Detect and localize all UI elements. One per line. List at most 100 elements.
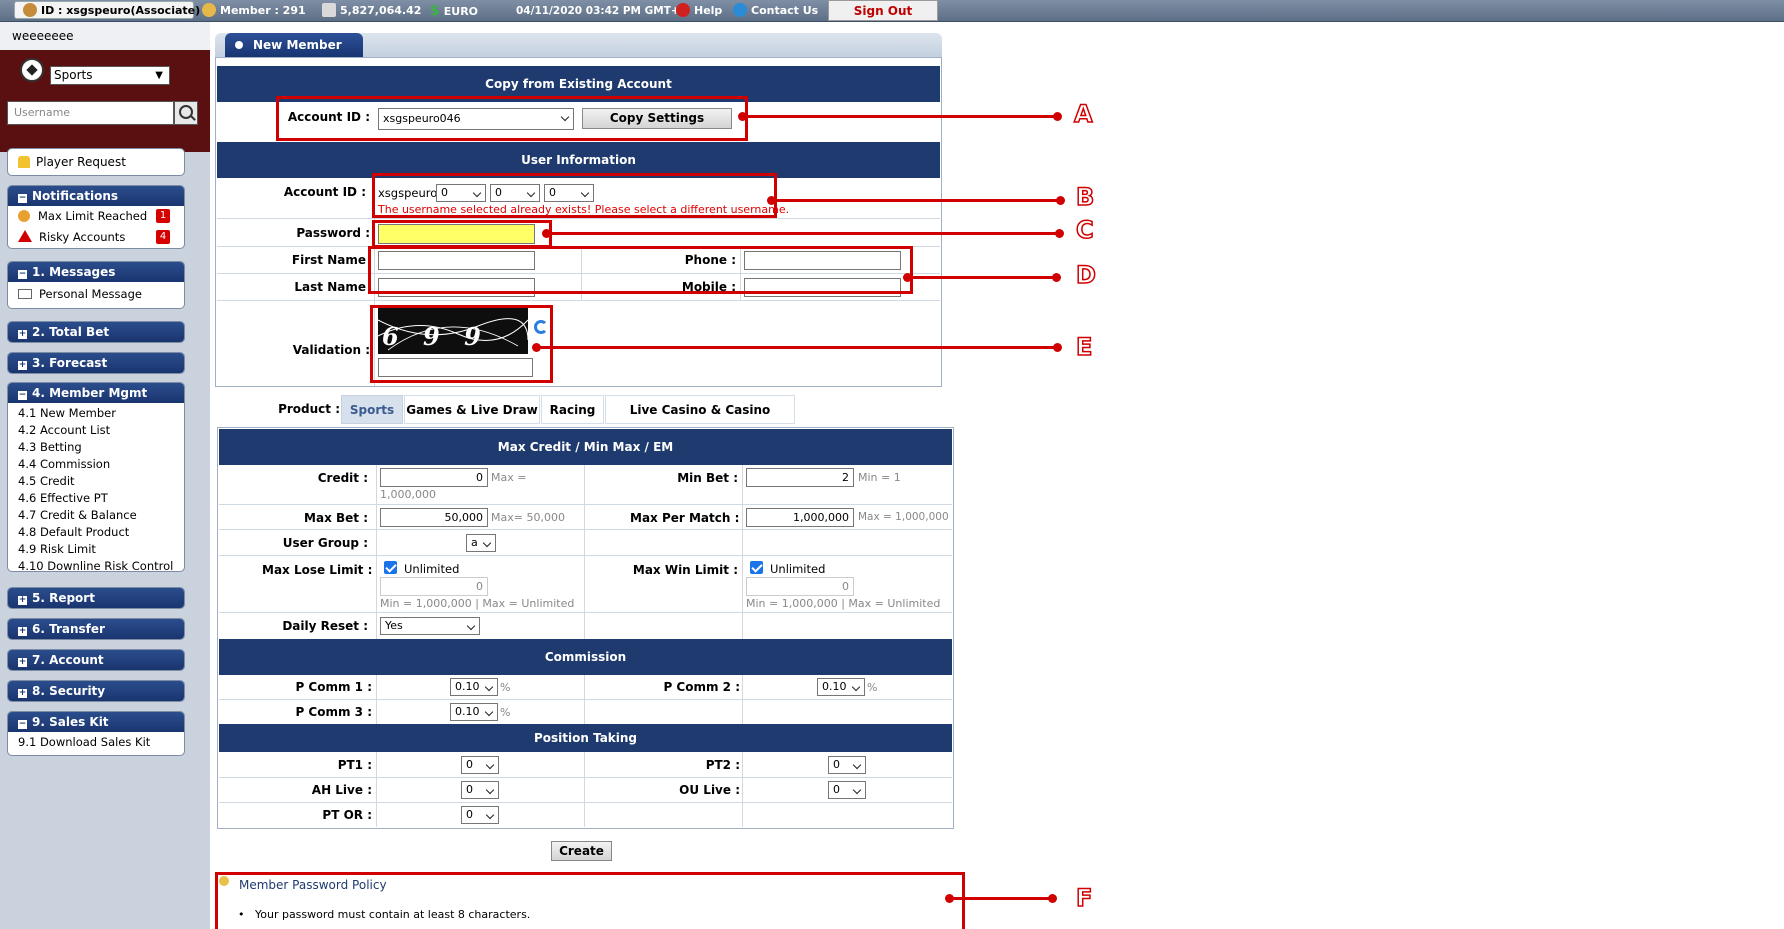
help-link[interactable]: Help [676,1,722,21]
p-comm-1-label: P Comm 1 : [295,680,372,694]
menu-download-sales-kit[interactable]: 9.1 Download Sales Kit [8,734,184,751]
annotation-dot [1056,196,1065,205]
tab-racing[interactable]: Racing [541,395,604,424]
annotation-box-f [215,872,965,929]
menu-commission[interactable]: 4.4 Commission [8,456,184,473]
menu-risk-limit[interactable]: 4.9 Risk Limit [8,541,184,558]
max-win-unlimited-checkbox[interactable] [750,561,763,574]
members-icon [202,3,216,17]
annotation-box-a [276,96,748,141]
annotation-dot [1052,273,1061,282]
annotation-box-b [372,173,777,218]
transfer-menu[interactable]: +6. Transfer [7,618,185,640]
contact-us-link[interactable]: Contact Us [733,1,818,21]
col-divider [742,752,743,827]
commission-section-header: Commission [219,639,952,675]
username-search-input[interactable]: Username [7,101,174,125]
row-divider [219,612,952,613]
credit-input[interactable]: 0 [380,468,488,487]
validation-label: Validation : [292,343,370,357]
total-bet-menu[interactable]: +2. Total Bet [7,321,185,343]
credit-max: 1,000,000 [380,488,436,501]
daily-reset-label: Daily Reset : [282,619,368,633]
menu-credit-balance[interactable]: 4.7 Credit & Balance [8,507,184,524]
expand-icon: + [18,688,27,698]
sport-select[interactable]: Sports ▼ [50,66,170,85]
create-button[interactable]: Create [551,841,612,861]
menu-credit[interactable]: 4.5 Credit [8,473,184,490]
daily-reset-select[interactable]: Yes [380,617,480,635]
min-bet-hint: Min = 1 [858,471,901,484]
pt-or-select[interactable]: 0 [461,806,499,824]
search-button[interactable] [174,101,198,125]
row-divider [219,529,952,530]
row-divider [217,218,940,219]
ah-live-select[interactable]: 0 [461,781,499,799]
ou-live-select[interactable]: 0 [828,781,866,799]
pt-or-label: PT OR : [322,808,372,822]
annotation-box-e [370,305,553,383]
alert-user-icon [18,210,30,222]
member-mgmt-header[interactable]: −4. Member Mgmt [8,383,184,403]
warning-icon [18,230,32,242]
user-group-label: User Group : [282,536,368,550]
annotation-label-d: D [1075,260,1096,290]
user-group-select[interactable]: a [466,534,496,552]
max-lose-hint: Min = 1,000,000 | Max = Unlimited [380,597,575,610]
credit-label: Credit : [317,471,368,485]
datetime: 04/11/2020 03:42 PM GMT+8 [516,5,687,17]
player-request-item[interactable]: Player Request [7,148,185,176]
collapse-icon: − [18,719,27,729]
max-win-input[interactable]: 0 [746,577,854,596]
p-comm-3-label: P Comm 3 : [295,705,372,719]
row-divider [219,555,952,556]
max-per-match-input[interactable]: 1,000,000 [746,508,854,527]
security-menu[interactable]: +8. Security [7,680,185,702]
pt1-select[interactable]: 0 [461,756,499,774]
menu-new-member[interactable]: 4.1 New Member [8,405,184,422]
sidebar-username: weeeeeee [0,22,210,50]
max-lose-input[interactable]: 0 [380,577,488,596]
account-menu[interactable]: +7. Account [7,649,185,671]
max-bet-input[interactable]: 50,000 [380,508,488,527]
product-label: Product : [278,402,340,416]
limits-section-header: Max Credit / Min Max / EM [219,429,952,465]
envelope-icon [18,289,32,299]
messages-header[interactable]: −1. Messages [8,262,184,282]
max-lose-label: Max Lose Limit : [262,563,373,577]
pt2-select[interactable]: 0 [828,756,866,774]
menu-downline-risk-control[interactable]: 4.10 Downline Risk Control [8,558,184,571]
annotation-box-d [368,246,913,294]
menu-betting[interactable]: 4.3 Betting [8,439,184,456]
forecast-menu[interactable]: +3. Forecast [7,352,185,374]
tab-games-live-draw[interactable]: Games & Live Draw [404,395,540,424]
col-divider [584,752,585,827]
report-menu[interactable]: +5. Report [7,587,185,609]
annotation-label-e: E [1075,332,1093,362]
tab-live-casino[interactable]: Live Casino & Casino Games [605,395,795,446]
messages-box: −1. Messages Personal Message [7,261,185,309]
personal-message-item[interactable]: Personal Message [8,286,184,303]
p-comm-1-select[interactable]: 0.10 [450,678,498,696]
p-comm-2-select[interactable]: 0.10 [817,678,865,696]
percent-sign: % [500,681,511,694]
sign-out-button[interactable]: Sign Out [828,0,938,21]
risky-accounts-item[interactable]: Risky Accounts 4 [8,229,184,246]
notifications-header[interactable]: − Notifications [8,186,184,206]
expand-icon: + [18,329,27,339]
annotation-line [536,346,1058,349]
max-limit-item[interactable]: Max Limit Reached 1 [8,208,184,225]
expand-icon: + [18,595,27,605]
max-lose-unlimited-checkbox[interactable] [384,561,397,574]
row-divider [219,802,952,803]
annotation-dot [1055,229,1064,238]
tab-sports[interactable]: Sports [341,395,403,424]
account-id-label: Account ID : [283,185,366,199]
min-bet-input[interactable]: 2 [746,468,854,487]
menu-effective-pt[interactable]: 4.6 Effective PT [8,490,184,507]
p-comm-3-select[interactable]: 0.10 [450,703,498,721]
menu-account-list[interactable]: 4.2 Account List [8,422,184,439]
annotation-dot [1053,112,1062,121]
sales-kit-header[interactable]: −9. Sales Kit [8,712,184,732]
menu-default-product[interactable]: 4.8 Default Product [8,524,184,541]
